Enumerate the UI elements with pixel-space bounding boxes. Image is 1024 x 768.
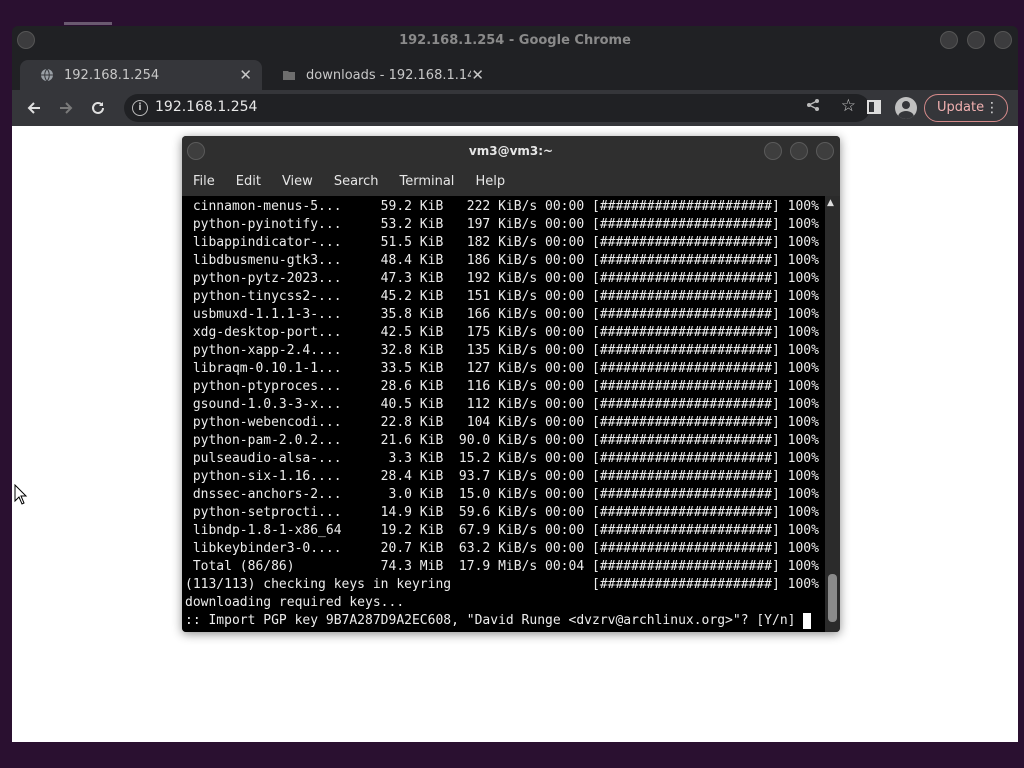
terminal-line: libdbusmenu-gtk3... 48.4 KiB 186 KiB/s 0…: [185, 253, 819, 268]
terminal-line: libkeybinder3-0.... 20.7 KiB 63.2 KiB/s …: [185, 541, 819, 556]
minimize-icon[interactable]: [940, 31, 958, 49]
terminal-line: python-ptyproces... 28.6 KiB 116 KiB/s 0…: [185, 379, 819, 394]
terminal-line: xdg-desktop-port... 42.5 KiB 175 KiB/s 0…: [185, 325, 819, 340]
terminal-prompt: :: Import PGP key 9B7A287D9A2EC608, "Dav…: [185, 613, 804, 628]
desktop-top-bar: [0, 0, 1024, 26]
update-button[interactable]: Update ⋮: [924, 94, 1008, 122]
terminal-line: Total (86/86) 74.3 MiB 17.9 MiB/s 00:04 …: [185, 559, 819, 574]
terminal-line: libndp-1.8-1-x86_64 19.2 KiB 67.9 KiB/s …: [185, 523, 819, 538]
maximize-icon[interactable]: [967, 31, 985, 49]
terminal-line: gsound-1.0.3-3-x... 40.5 KiB 112 KiB/s 0…: [185, 397, 819, 412]
terminal-menu-icon[interactable]: [187, 142, 205, 160]
close-window-icon[interactable]: [994, 31, 1012, 49]
address-url[interactable]: 192.168.1.254: [155, 99, 257, 115]
terminal-menubar: File Edit View Search Terminal Help: [182, 166, 840, 196]
bookmark-star-icon[interactable]: ☆: [841, 96, 856, 116]
profile-avatar-icon[interactable]: [895, 97, 917, 119]
chrome-window: 192.168.1.254 - Google Chrome 192.168.1.…: [12, 26, 1018, 742]
text-cursor: [803, 612, 812, 629]
scrollbar-thumb[interactable]: [828, 574, 837, 622]
terminal-title: vm3@vm3:~: [468, 144, 554, 158]
menu-edit[interactable]: Edit: [236, 174, 261, 189]
update-label: Update: [937, 100, 985, 115]
terminal-maximize-icon[interactable]: [790, 142, 808, 160]
terminal-line: python-webencodi... 22.8 KiB 104 KiB/s 0…: [185, 415, 819, 430]
tab-router[interactable]: 192.168.1.254 ✕: [20, 60, 262, 90]
tab-close-icon[interactable]: ✕: [471, 66, 484, 84]
tab-strip: 192.168.1.254 ✕ downloads - 192.168.1.14…: [12, 56, 1018, 116]
folder-icon: [282, 68, 296, 82]
terminal-line: pulseaudio-alsa-... 3.3 KiB 15.2 KiB/s 0…: [185, 451, 819, 466]
globe-icon: [40, 68, 54, 82]
forward-arrow-icon[interactable]: [54, 96, 78, 120]
terminal-line: libraqm-0.10.1-1... 33.5 KiB 127 KiB/s 0…: [185, 361, 819, 376]
terminal-line: (113/113) checking keys in keyring [####…: [185, 577, 819, 592]
browser-toolbar: i 192.168.1.254 ☆ Update ⋮: [12, 90, 1018, 126]
terminal-line: libappindicator-... 51.5 KiB 182 KiB/s 0…: [185, 235, 819, 250]
window-title: 192.168.1.254 - Google Chrome: [399, 33, 631, 48]
info-icon[interactable]: i: [132, 100, 148, 116]
terminal-minimize-icon[interactable]: [764, 142, 782, 160]
tab-label: 192.168.1.254: [64, 67, 160, 83]
terminal-line: usbmuxd-1.1.1-3-... 35.8 KiB 166 KiB/s 0…: [185, 307, 819, 322]
terminal-window: vm3@vm3:~ File Edit View Search Terminal…: [182, 136, 840, 632]
menu-file[interactable]: File: [193, 174, 215, 189]
terminal-line: python-pytz-2023... 47.3 KiB 192 KiB/s 0…: [185, 271, 819, 286]
window-menu-icon[interactable]: [17, 31, 35, 49]
tab-label: downloads - 192.168.1.14 > dow: [306, 67, 472, 83]
side-panel-icon[interactable]: [867, 100, 881, 114]
terminal-prompt-line: :: Import PGP key 9B7A287D9A2EC608, "Dav…: [185, 612, 825, 630]
more-menu-icon[interactable]: ⋮: [985, 95, 999, 121]
terminal-line: python-pyinotify... 53.2 KiB 197 KiB/s 0…: [185, 217, 819, 232]
reload-icon[interactable]: [86, 96, 110, 120]
terminal-line: dnssec-anchors-2... 3.0 KiB 15.0 KiB/s 0…: [185, 487, 819, 502]
terminal-close-icon[interactable]: [816, 142, 834, 160]
terminal-output[interactable]: cinnamon-menus-5... 59.2 KiB 222 KiB/s 0…: [182, 196, 825, 632]
tab-downloads[interactable]: downloads - 192.168.1.14 > dow ✕: [262, 60, 494, 90]
desktop-panel-indicator: [64, 22, 112, 25]
page-viewport[interactable]: vm3@vm3:~ File Edit View Search Terminal…: [12, 126, 1018, 742]
back-arrow-icon[interactable]: [22, 96, 46, 120]
menu-terminal[interactable]: Terminal: [399, 174, 454, 189]
terminal-line: python-tinycss2-... 45.2 KiB 151 KiB/s 0…: [185, 289, 819, 304]
terminal-line: python-setprocti... 14.9 KiB 59.6 KiB/s …: [185, 505, 819, 520]
window-titlebar[interactable]: 192.168.1.254 - Google Chrome: [12, 26, 1018, 56]
terminal-line: cinnamon-menus-5... 59.2 KiB 222 KiB/s 0…: [185, 199, 819, 214]
terminal-line: python-pam-2.0.2... 21.6 KiB 90.0 KiB/s …: [185, 433, 819, 448]
terminal-line: downloading required keys...: [185, 595, 405, 610]
address-bar[interactable]: i 192.168.1.254 ☆: [124, 94, 870, 122]
share-icon[interactable]: [806, 98, 820, 116]
tab-close-icon[interactable]: ✕: [239, 66, 252, 84]
menu-help[interactable]: Help: [475, 174, 505, 189]
menu-view[interactable]: View: [282, 174, 313, 189]
menu-search[interactable]: Search: [334, 174, 379, 189]
terminal-line: python-xapp-2.4.... 32.8 KiB 135 KiB/s 0…: [185, 343, 819, 358]
terminal-titlebar[interactable]: vm3@vm3:~: [182, 136, 840, 166]
terminal-line: python-six-1.16.... 28.4 KiB 93.7 KiB/s …: [185, 469, 819, 484]
scroll-up-arrow-icon[interactable]: ▲: [827, 198, 834, 208]
mouse-cursor-icon: [14, 484, 28, 505]
terminal-scrollbar[interactable]: ▲: [825, 196, 840, 632]
